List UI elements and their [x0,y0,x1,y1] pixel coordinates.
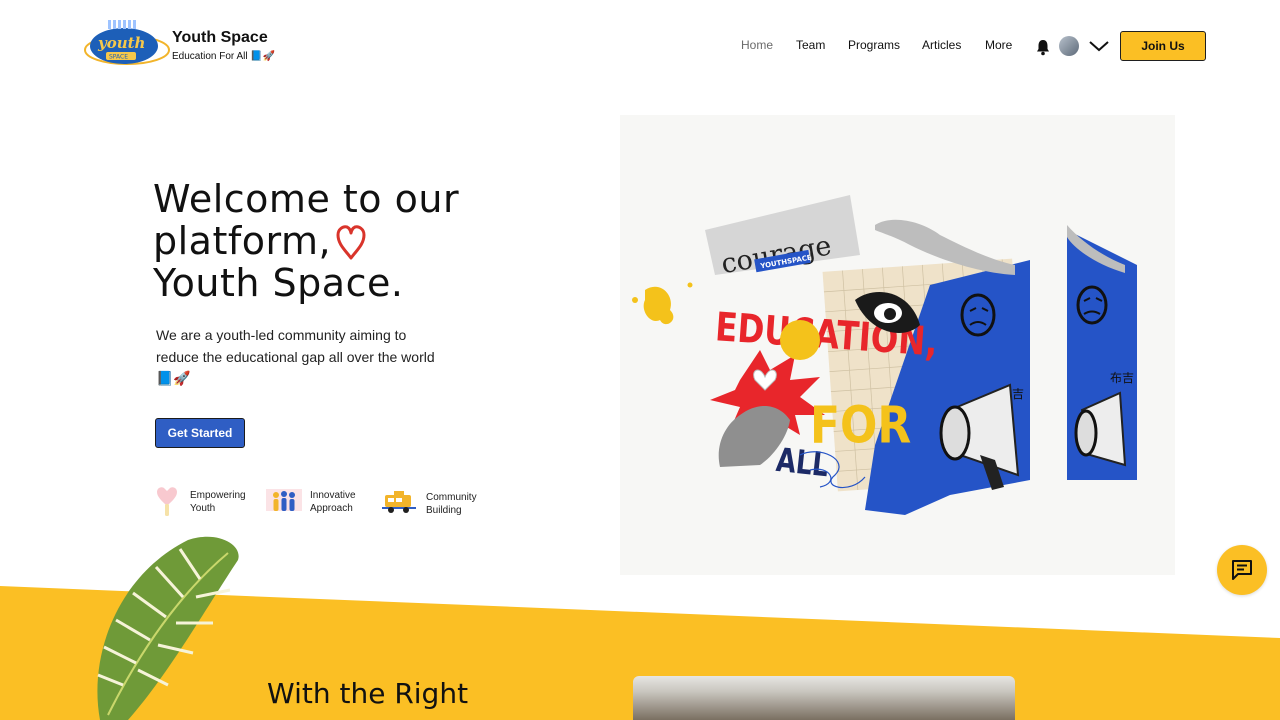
svg-text:布吉: 布吉 [1110,371,1134,385]
svg-text:SPACE: SPACE [109,54,128,61]
svg-text:ALL: ALL [774,441,830,484]
heart-hand-icon [157,487,177,516]
feature-innovative-line2: Approach [310,503,353,514]
feature-community-line2: Building [426,505,462,516]
chat-icon [1232,560,1252,580]
nav-articles[interactable]: Articles [922,38,961,56]
education-collage-image: 布吉 布吉 courage YOUTHSPACE EDUCATION, FOR … [632,195,1137,515]
svg-text:youth: youth [97,34,145,52]
bus-icon [382,491,416,513]
leaf-illustration [97,536,239,720]
nav-more[interactable]: More [985,38,1012,56]
feature-innovative-line1: Innovative [310,490,356,501]
hero-title-line-3: Youth Space. [153,261,404,305]
hero-title-line-1: Welcome to our [153,177,460,221]
feature-empowering-line1: Empowering [190,490,246,501]
section-title: With the Right [267,677,469,710]
nav-team[interactable]: Team [796,38,825,56]
brand-title: Youth Space [172,29,268,46]
youth-space-logo[interactable]: youth SPACE [82,18,172,68]
team-photo [633,676,1015,720]
bell-icon[interactable] [1035,38,1051,56]
chevron-down-icon[interactable] [1088,38,1110,54]
brand-subtitle: Education For All 📘🚀 [172,51,276,62]
nav-programs[interactable]: Programs [848,38,900,56]
feature-empowering-line2: Youth [190,503,216,514]
people-icon [266,489,302,511]
hero-title: Welcome to our platform, Youth Space. [153,178,483,304]
avatar[interactable] [1059,36,1079,56]
hero-title-line-2-text: platform, [153,219,332,263]
feature-community: Community Building [426,491,477,517]
heart-icon [336,225,366,260]
feature-innovative: Innovative Approach [310,489,356,515]
feature-community-line1: Community [426,492,477,503]
feature-empowering: Empowering Youth [190,489,246,515]
hero-description: We are a youth-led community aiming to r… [156,327,435,386]
get-started-button[interactable]: Get Started [155,418,245,448]
hero-title-line-2: platform, [153,220,483,262]
nav-home[interactable]: Home [741,38,773,56]
chat-button[interactable] [1217,545,1267,595]
join-us-button[interactable]: Join Us [1120,31,1206,61]
